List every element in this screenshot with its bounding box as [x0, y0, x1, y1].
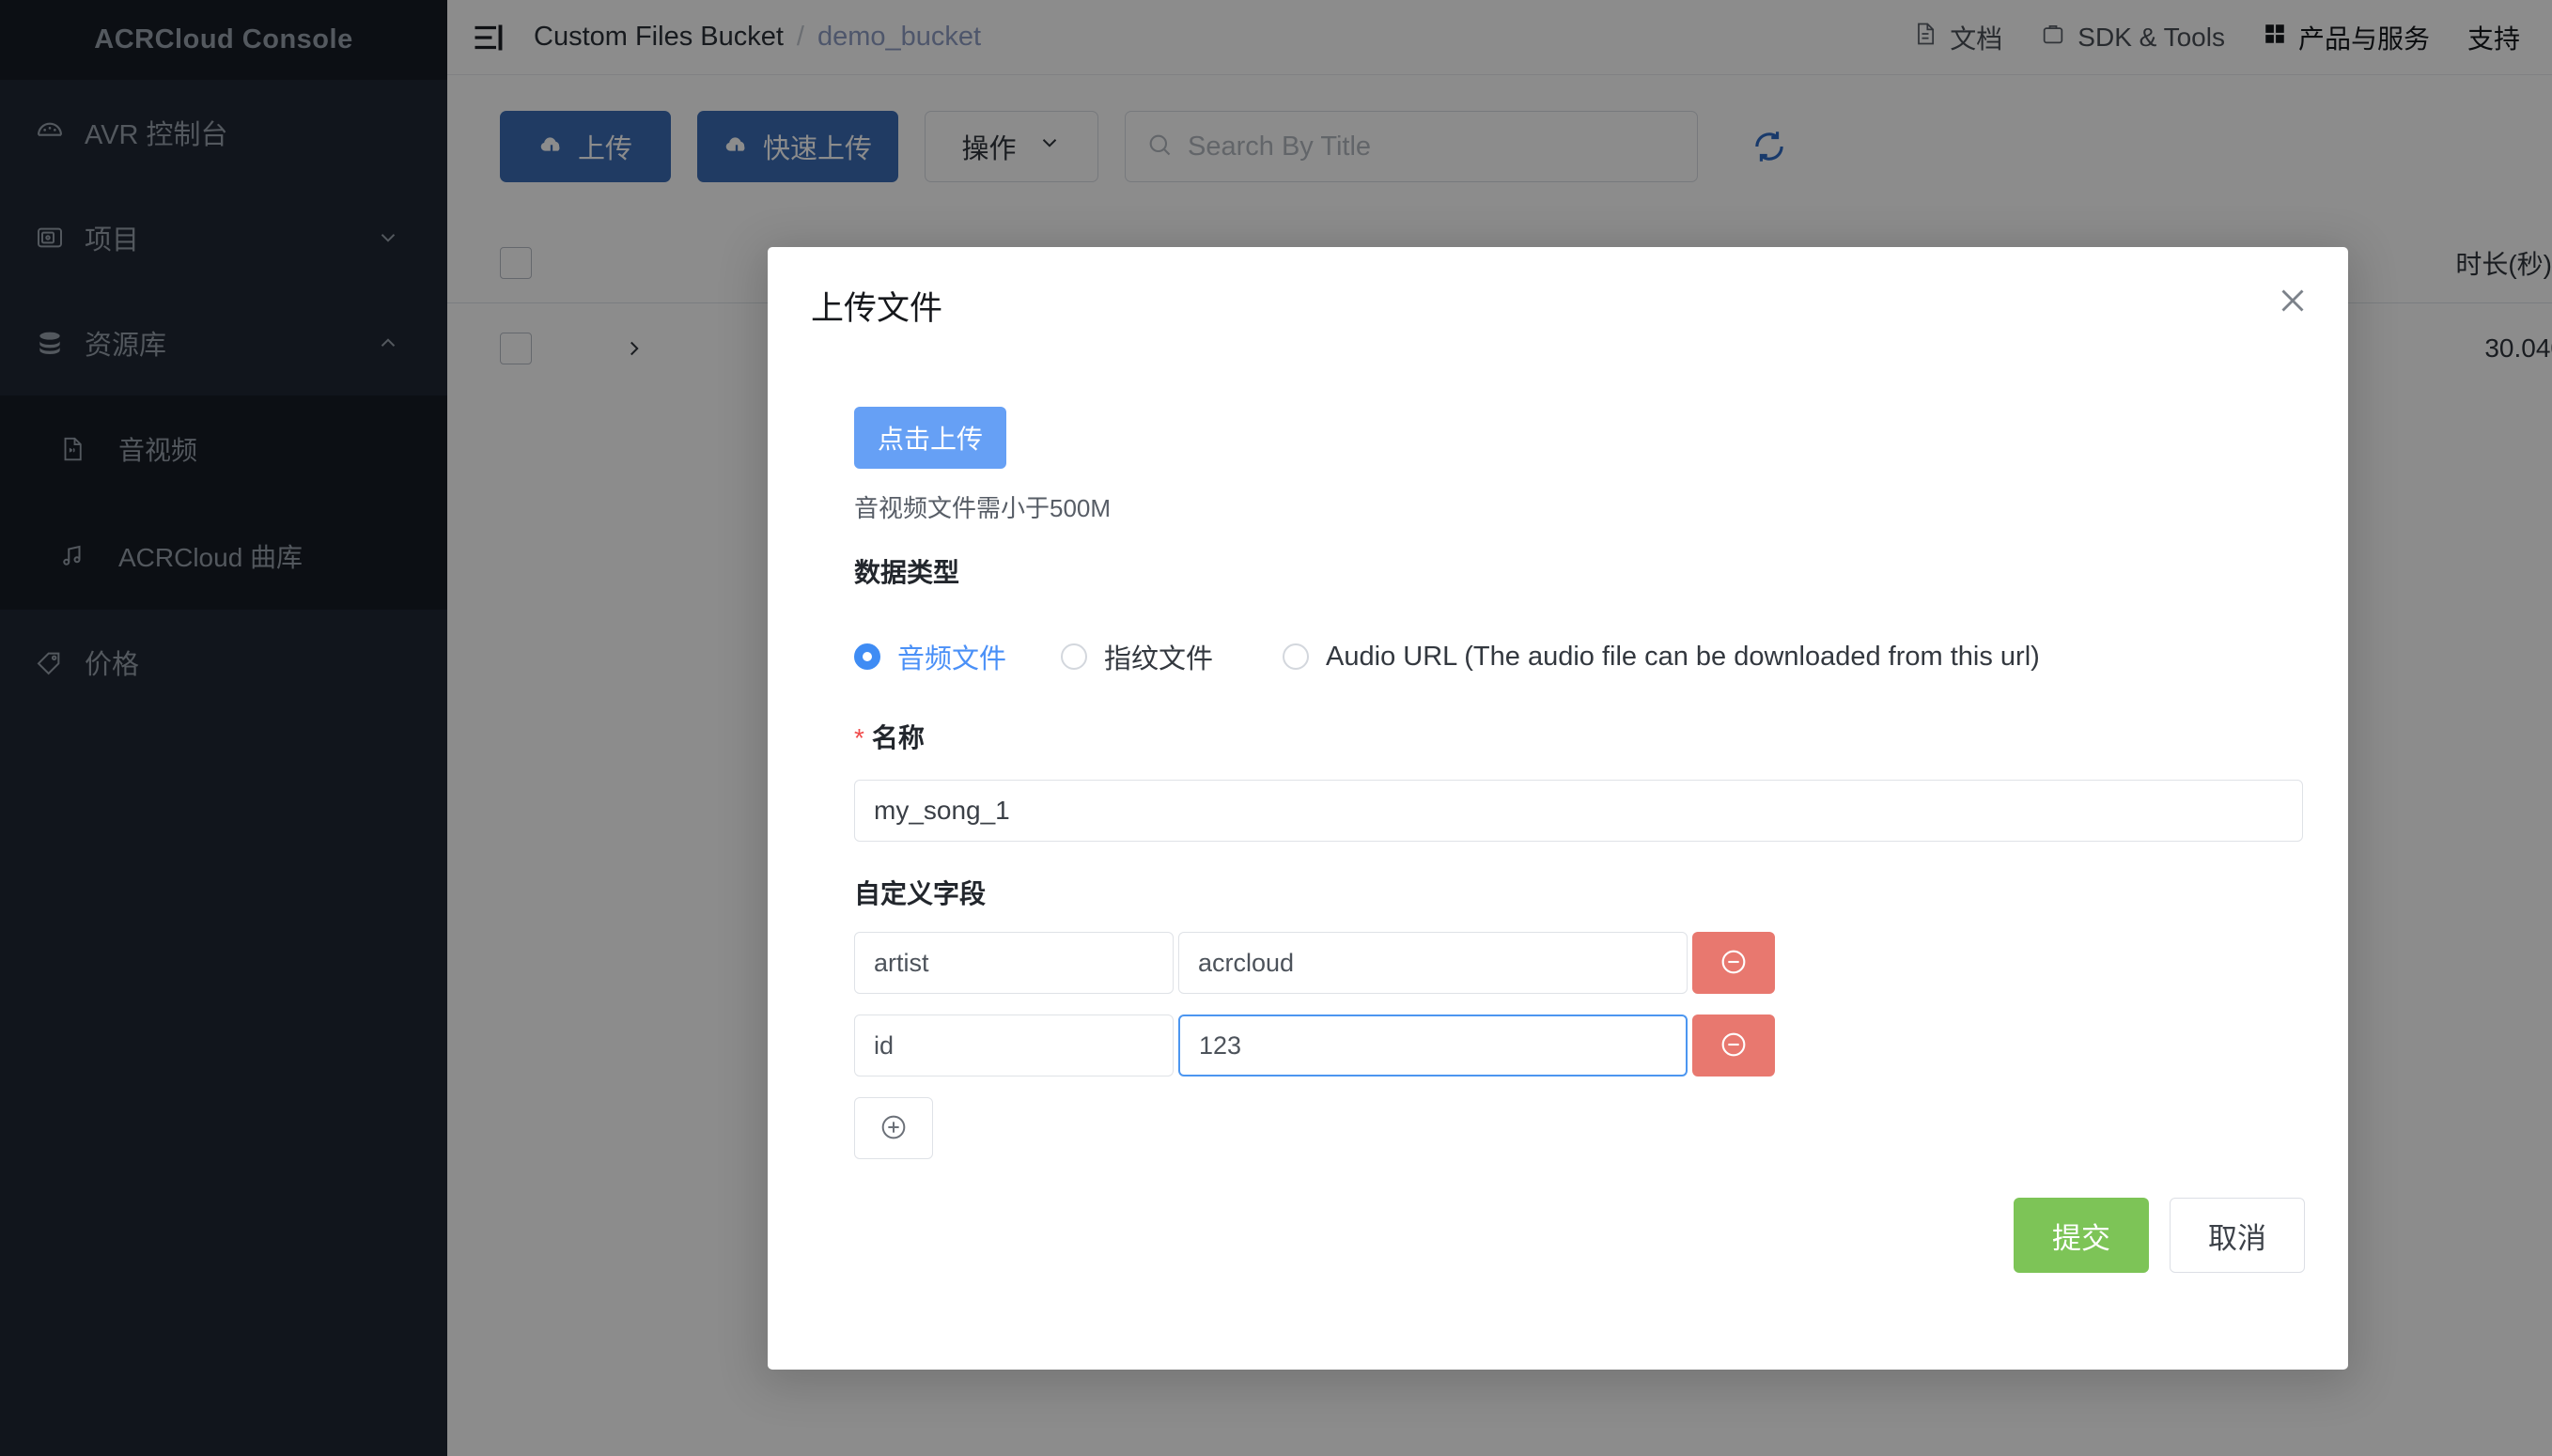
modal-title: 上传文件 [811, 290, 943, 327]
name-input[interactable] [854, 780, 2303, 842]
custom-field-key-input[interactable] [854, 932, 1174, 994]
custom-field-key-input[interactable] [854, 1015, 1174, 1077]
radio-dot-icon [854, 643, 880, 670]
submit-button[interactable]: 提交 [2014, 1198, 2149, 1273]
minus-circle-icon [1718, 946, 1750, 981]
radio-dot-icon [1061, 643, 1088, 670]
remove-custom-field-button[interactable] [1692, 932, 1775, 994]
cancel-button[interactable]: 取消 [2170, 1198, 2305, 1273]
add-custom-field-button[interactable] [854, 1097, 933, 1159]
modal-body: 点击上传 音视频文件需小于500M 数据类型 音频文件 指纹文件 Audio U… [768, 349, 2348, 1159]
app-root: ACRCloud Console AVR 控制台 项目 资源库 音视频 ACRC… [0, 0, 2552, 1456]
upload-file-modal: 上传文件 点击上传 音视频文件需小于500M 数据类型 音频文件 指纹文件 Au… [768, 247, 2348, 1370]
radio-audio-file[interactable]: 音频文件 [854, 637, 1006, 676]
remove-custom-field-button[interactable] [1692, 1015, 1775, 1077]
name-field-label: * 名称 [854, 718, 2305, 755]
radio-dot-icon [1283, 643, 1310, 670]
radio-audio-url[interactable]: Audio URL (The audio file can be downloa… [1283, 642, 2040, 673]
minus-circle-icon [1718, 1029, 1750, 1063]
modal-footer: 提交 取消 [2014, 1198, 2305, 1273]
close-icon[interactable] [2273, 281, 2312, 320]
required-asterisk: * [854, 723, 864, 752]
radio-label: 指纹文件 [1104, 644, 1214, 674]
data-type-label: 数据类型 [854, 558, 960, 587]
custom-field-row [854, 1015, 2305, 1077]
upload-size-hint: 音视频文件需小于500M [854, 494, 1112, 522]
custom-fields-label: 自定义字段 [854, 879, 987, 908]
radio-label: Audio URL (The audio file can be downloa… [1326, 641, 2040, 672]
click-upload-button[interactable]: 点击上传 [854, 407, 1006, 469]
radio-label: 音频文件 [897, 644, 1007, 674]
custom-field-row [854, 932, 2305, 994]
custom-field-value-input[interactable] [1178, 932, 1688, 994]
plus-circle-icon [878, 1111, 910, 1146]
custom-field-value-input[interactable] [1178, 1015, 1688, 1077]
data-type-radio-group: 音频文件 指纹文件 Audio URL (The audio file can … [854, 637, 2305, 676]
radio-fingerprint-file[interactable]: 指纹文件 [1061, 637, 1213, 676]
name-label-text: 名称 [871, 723, 925, 752]
